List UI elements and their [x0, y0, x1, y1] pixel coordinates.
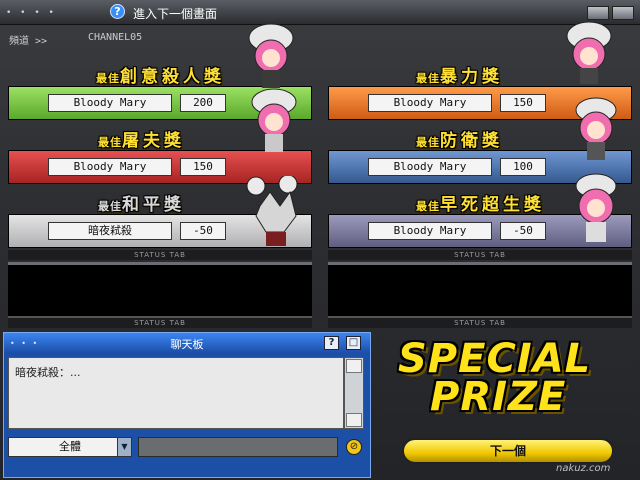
- chat-window: • • • 聊天板 ? □ 暗夜弒殺：... 全體 ▼ ⊘: [3, 332, 371, 478]
- status-tab[interactable]: STATUS TAB: [8, 250, 312, 260]
- empty-status-panel-left: [8, 262, 312, 318]
- status-tab-left[interactable]: STATUS TAB: [8, 318, 312, 328]
- site-credit: nakuz.com: [556, 463, 611, 474]
- scroll-down-icon[interactable]: [346, 413, 362, 427]
- chat-title: 聊天板: [170, 338, 204, 351]
- winner-name-field: 暗夜弒殺: [48, 222, 172, 240]
- chat-message: 暗夜弒殺：...: [15, 366, 81, 379]
- send-icon[interactable]: ⊘: [346, 439, 362, 455]
- chat-scrollbar[interactable]: [344, 357, 364, 429]
- empty-status-panel-right: [328, 262, 632, 318]
- chat-help-button[interactable]: ?: [324, 336, 339, 350]
- wolf-character-avatar: [246, 176, 298, 246]
- next-button[interactable]: 下一個: [402, 438, 614, 464]
- status-tab-right[interactable]: STATUS TAB: [328, 318, 632, 328]
- chat-close-button[interactable]: □: [346, 336, 361, 350]
- character-avatar: [575, 97, 617, 160]
- score-field: 200: [180, 94, 226, 112]
- winner-name-field: Bloody Mary: [368, 94, 492, 112]
- dots-decoration: • • • •: [6, 8, 57, 18]
- chat-channel-select[interactable]: 全體 ▼: [8, 437, 132, 457]
- character-avatar: [566, 21, 612, 84]
- score-field: 150: [500, 94, 546, 112]
- next-screen-title[interactable]: 進入下一個畫面: [133, 5, 217, 22]
- chat-title-bar[interactable]: • • • 聊天板 ? □: [4, 333, 370, 353]
- chat-channel-value: 全體: [59, 440, 81, 453]
- chat-input-row: 全體 ▼ ⊘: [8, 437, 368, 459]
- character-avatar: [248, 23, 294, 88]
- chat-input[interactable]: [138, 437, 338, 457]
- character-avatar: [251, 88, 297, 152]
- help-icon[interactable]: ?: [110, 4, 125, 19]
- channel-label: 頻道 >>: [9, 36, 48, 47]
- winner-name-field: Bloody Mary: [368, 222, 492, 240]
- game-screen: • • • • ? 進入下一個畫面 頻道 >> CHANNEL05 最佳創意殺人…: [0, 0, 640, 480]
- winner-name-field: Bloody Mary: [48, 158, 172, 176]
- chat-log: 暗夜弒殺：...: [8, 357, 344, 429]
- winner-name-field: Bloody Mary: [48, 94, 172, 112]
- special-prize-line2: PRIZE: [430, 374, 567, 420]
- channel-value: CHANNEL05: [88, 32, 143, 43]
- character-avatar: [575, 173, 617, 242]
- scroll-up-icon[interactable]: [346, 359, 362, 373]
- winner-name-field: Bloody Mary: [368, 158, 492, 176]
- score-field: 150: [180, 158, 226, 176]
- score-field: -50: [500, 222, 546, 240]
- score-field: -50: [180, 222, 226, 240]
- chevron-down-icon[interactable]: ▼: [117, 438, 131, 456]
- score-field: 100: [500, 158, 546, 176]
- top-bar: • • • • ? 進入下一個畫面: [0, 0, 640, 25]
